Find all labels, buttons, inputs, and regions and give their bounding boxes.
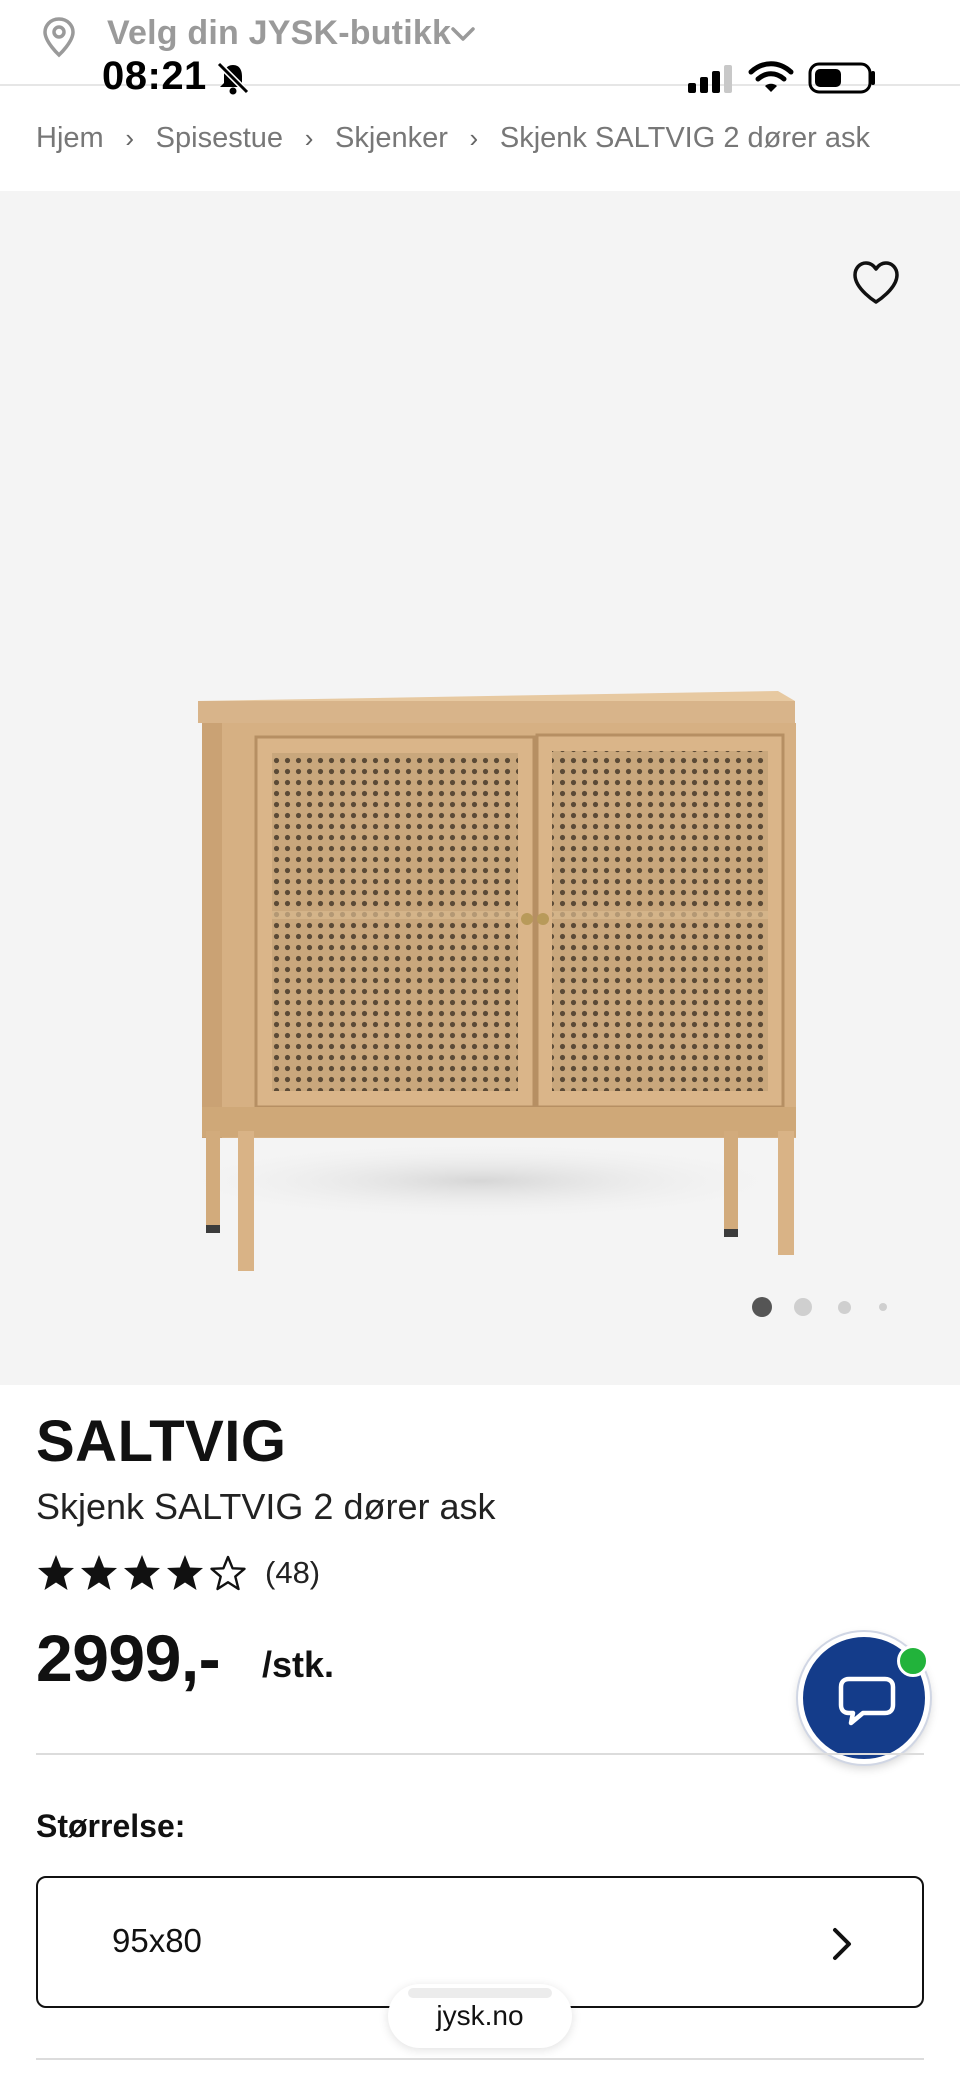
product-name: Skjenk SALTVIG 2 dører ask xyxy=(36,1486,496,1527)
status-time: 08:21 xyxy=(102,54,207,98)
heart-outline-icon[interactable] xyxy=(850,259,902,307)
chevron-down-icon[interactable] xyxy=(448,22,478,46)
breadcrumb-item-skjenker[interactable]: Skjenker xyxy=(335,122,448,155)
star-filled-icon xyxy=(124,1555,160,1590)
battery-icon xyxy=(808,62,875,94)
star-filled-icon xyxy=(38,1555,74,1590)
chat-button[interactable] xyxy=(798,1632,930,1764)
breadcrumb-item-spisestue[interactable]: Spisestue xyxy=(156,122,283,155)
breadcrumb-item-home[interactable]: Hjem xyxy=(36,122,104,155)
breadcrumb-separator: › xyxy=(469,122,479,153)
wifi-icon xyxy=(748,61,794,92)
gallery-dot-1[interactable] xyxy=(752,1297,772,1317)
size-label: Størrelse: xyxy=(36,1808,186,1844)
chevron-right-icon xyxy=(833,1928,851,1960)
breadcrumb-separator: › xyxy=(304,122,314,153)
gallery-dot-4[interactable] xyxy=(879,1303,887,1311)
product-price: 2999,- xyxy=(36,1621,221,1695)
product-rating[interactable]: (48) xyxy=(36,1548,320,1598)
divider xyxy=(36,1753,924,1755)
chat-bubble-icon xyxy=(838,1676,896,1726)
browser-url-pill[interactable]: jysk.no xyxy=(388,1984,572,2048)
url-pill-grabber xyxy=(408,1988,552,1998)
star-outline-icon xyxy=(210,1555,246,1591)
cellular-signal-icon xyxy=(688,65,732,93)
product-gallery[interactable] xyxy=(0,191,960,1385)
store-selector[interactable]: Velg din JYSK-butikk xyxy=(107,14,451,53)
gallery-dot-2[interactable] xyxy=(794,1298,812,1316)
gallery-pagination[interactable] xyxy=(752,1295,887,1319)
breadcrumb: Hjem › Spisestue › Skjenker › Skjenk SAL… xyxy=(36,118,870,158)
star-filled-icon xyxy=(167,1555,203,1590)
breadcrumb-separator: › xyxy=(125,122,134,153)
location-pin-icon[interactable] xyxy=(40,16,78,58)
review-count[interactable]: (48) xyxy=(265,1555,320,1591)
breadcrumb-item-current[interactable]: Skjenk SALTVIG 2 dører ask xyxy=(500,122,870,155)
product-image xyxy=(160,691,800,1271)
store-header: Velg din JYSK-butikk 08:21 xyxy=(0,0,960,98)
gallery-dot-3[interactable] xyxy=(838,1300,851,1314)
product-brand: SALTVIG xyxy=(36,1409,287,1474)
online-indicator xyxy=(897,1645,929,1677)
star-filled-icon xyxy=(81,1555,117,1590)
bell-muted-icon xyxy=(216,61,250,95)
price-unit: /stk. xyxy=(262,1644,335,1685)
divider xyxy=(36,2058,924,2060)
size-value: 95x80 xyxy=(112,1922,202,1959)
